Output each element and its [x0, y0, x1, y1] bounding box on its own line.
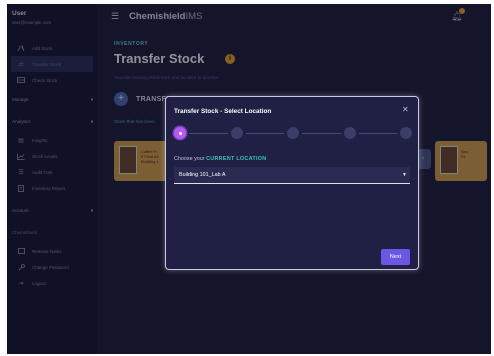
step-indicator — [343, 127, 356, 139]
step-indicator — [400, 127, 412, 139]
app-window: User user@example.com Add Stock ⇄ Transf… — [7, 4, 491, 354]
next-button[interactable]: Next — [381, 249, 410, 265]
step-indicator — [230, 127, 243, 139]
stepper — [174, 127, 412, 139]
step-connector — [358, 132, 397, 134]
dialog-title: Transfer Stock - Select Location — [174, 108, 272, 115]
step-connector — [245, 132, 284, 134]
location-select-value: Building 101_Lab A — [179, 172, 226, 178]
step-indicator — [174, 127, 186, 139]
caret-down-icon: ▼ — [402, 172, 407, 178]
location-select[interactable]: Building 101_Lab A ▼ — [174, 167, 410, 184]
location-prompt-text: Choose your — [174, 156, 205, 162]
location-prompt: Choose your CURRENT LOCATION — [174, 156, 266, 162]
close-icon[interactable]: ✕ — [402, 105, 409, 114]
select-location-dialog: Transfer Stock - Select Location ✕ Choos… — [166, 97, 418, 269]
location-prompt-highlight: CURRENT LOCATION — [206, 156, 267, 162]
step-connector — [189, 132, 228, 134]
step-indicator — [287, 127, 299, 139]
step-connector — [302, 132, 341, 134]
